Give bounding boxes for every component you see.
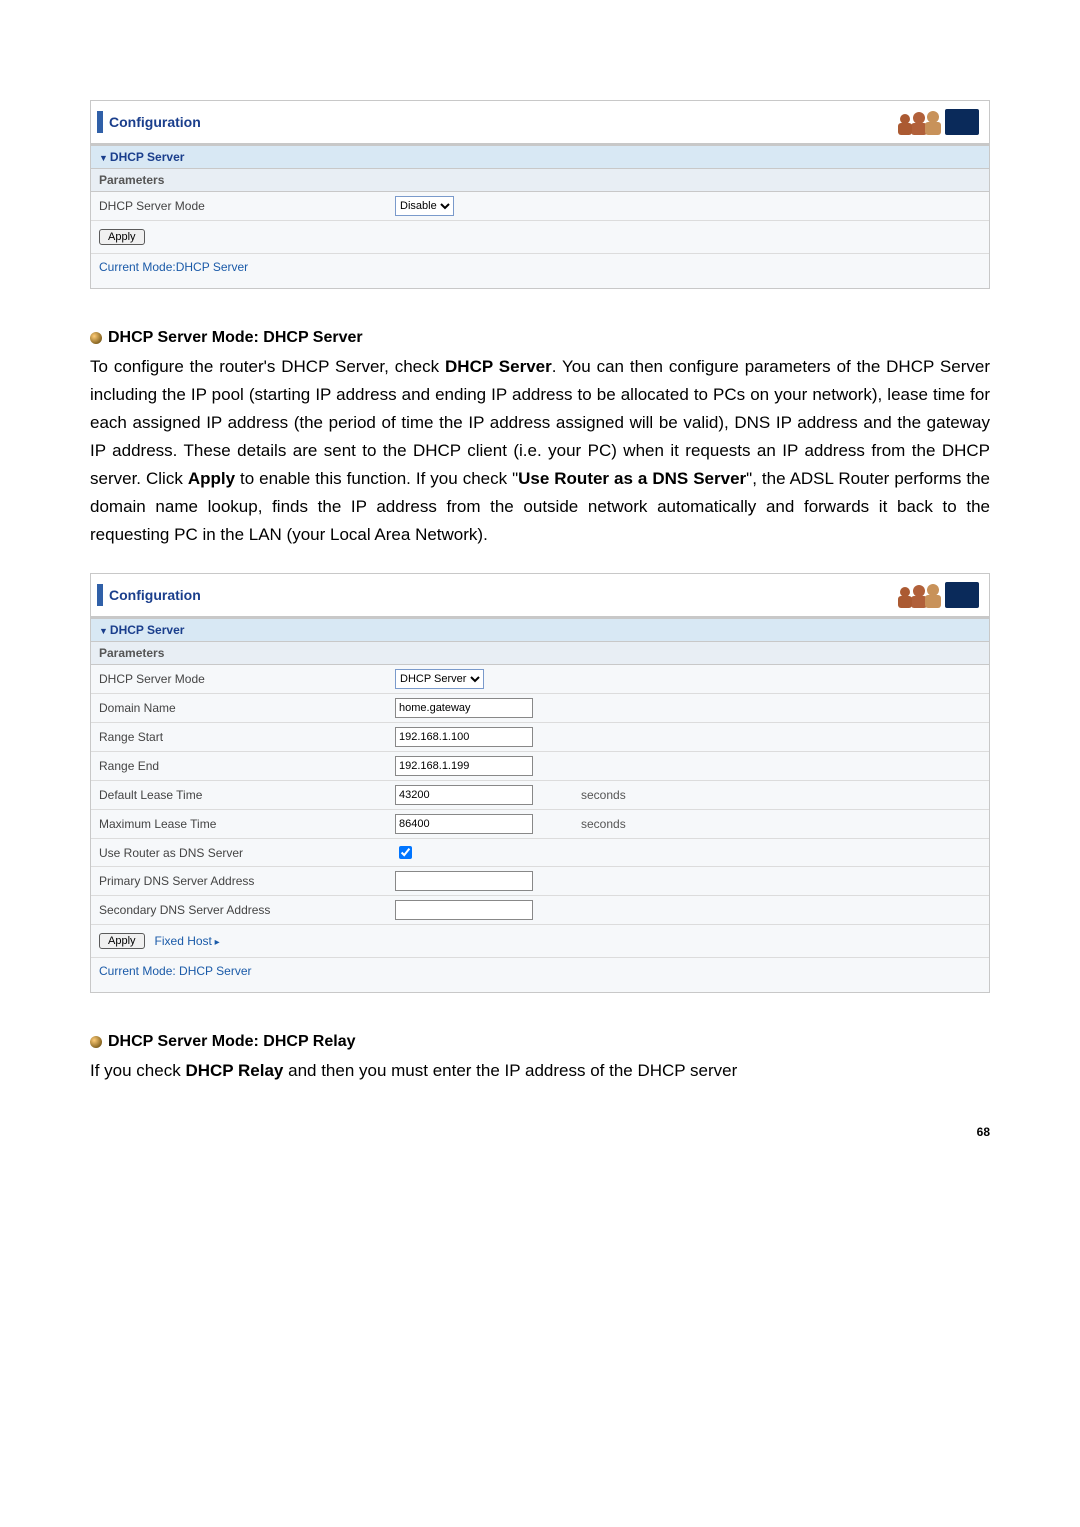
apply-row: Apply [91, 221, 989, 254]
panel-title: Configuration [109, 114, 201, 130]
label-mode: DHCP Server Mode [91, 665, 387, 694]
apply-button[interactable]: Apply [99, 229, 145, 245]
label-dhcp-mode: DHCP Server Mode [91, 192, 387, 221]
range-start-input[interactable] [395, 727, 533, 747]
table-row: Default Lease Time seconds [91, 781, 989, 810]
config-panel-disable: Configuration DHCP Server Parameters DHC… [90, 100, 990, 289]
field-dhcp-mode: Disable [387, 192, 573, 221]
table-row: Range End [91, 752, 989, 781]
status-row: Current Mode: DHCP Server [91, 958, 989, 992]
section-dhcp-server[interactable]: DHCP Server [91, 145, 989, 169]
parameters-heading: Parameters [91, 642, 989, 665]
label-default-lease: Default Lease Time [91, 781, 387, 810]
panel-header: Configuration [91, 574, 989, 618]
panel-header-left: Configuration [97, 584, 201, 606]
panel-title: Configuration [109, 587, 201, 603]
table-row: Domain Name [91, 694, 989, 723]
params-table: DHCP Server Mode DHCP Server Domain Name [91, 665, 989, 925]
body-paragraph: To configure the router's DHCP Server, c… [90, 353, 990, 549]
unit-seconds: seconds [573, 781, 989, 810]
domain-name-input[interactable] [395, 698, 533, 718]
dhcp-mode-select[interactable]: Disable [395, 196, 454, 216]
table-row: Primary DNS Server Address [91, 867, 989, 896]
unit-seconds: seconds [573, 810, 989, 839]
table-row: DHCP Server Mode DHCP Server [91, 665, 989, 694]
header-bar-icon [97, 584, 103, 606]
label-range-end: Range End [91, 752, 387, 781]
label-range-start: Range Start [91, 723, 387, 752]
dhcp-mode-select-control[interactable]: Disable [395, 196, 454, 216]
people-icon [879, 580, 979, 610]
table-row: Use Router as DNS Server [91, 839, 989, 867]
params-table: DHCP Server Mode Disable [91, 192, 989, 221]
dhcp-mode-select-control[interactable]: DHCP Server [395, 669, 484, 689]
label-primary-dns: Primary DNS Server Address [91, 867, 387, 896]
secondary-dns-input[interactable] [395, 900, 533, 920]
table-row: DHCP Server Mode Disable [91, 192, 989, 221]
label-secondary-dns: Secondary DNS Server Address [91, 896, 387, 925]
body-paragraph: If you check DHCP Relay and then you mus… [90, 1057, 990, 1085]
apply-row: Apply Fixed Host [91, 925, 989, 958]
primary-dns-input[interactable] [395, 871, 533, 891]
document-page: Configuration DHCP Server Parameters DHC… [0, 0, 1080, 1199]
default-lease-input[interactable] [395, 785, 533, 805]
apply-button[interactable]: Apply [99, 933, 145, 949]
bullet-icon [90, 332, 102, 344]
people-icon [879, 107, 979, 137]
label-domain: Domain Name [91, 694, 387, 723]
fixed-host-link[interactable]: Fixed Host [155, 934, 220, 948]
section-dhcp-server[interactable]: DHCP Server [91, 618, 989, 642]
label-max-lease: Maximum Lease Time [91, 810, 387, 839]
section-heading-dhcp-server: DHCP Server Mode: DHCP Server [90, 329, 990, 347]
heading-text: DHCP Server Mode: DHCP Relay [108, 1033, 356, 1051]
bullet-icon [90, 1036, 102, 1048]
section-heading-dhcp-relay: DHCP Server Mode: DHCP Relay [90, 1033, 990, 1051]
config-panel-dhcp-server: Configuration DHCP Server Parameters DHC… [90, 573, 990, 993]
field-mode: DHCP Server [387, 665, 573, 694]
page-number: 68 [90, 1125, 990, 1139]
parameters-heading: Parameters [91, 169, 989, 192]
panel-header: Configuration [91, 101, 989, 145]
panel-header-left: Configuration [97, 111, 201, 133]
table-row: Secondary DNS Server Address [91, 896, 989, 925]
heading-text: DHCP Server Mode: DHCP Server [108, 329, 363, 347]
header-bar-icon [97, 111, 103, 133]
use-router-dns-checkbox[interactable] [399, 846, 412, 859]
table-row: Range Start [91, 723, 989, 752]
dhcp-mode-select[interactable]: DHCP Server [395, 669, 484, 689]
range-end-input[interactable] [395, 756, 533, 776]
max-lease-input[interactable] [395, 814, 533, 834]
table-row: Maximum Lease Time seconds [91, 810, 989, 839]
label-use-router-dns: Use Router as DNS Server [91, 839, 387, 867]
status-row: Current Mode:DHCP Server [91, 254, 989, 288]
